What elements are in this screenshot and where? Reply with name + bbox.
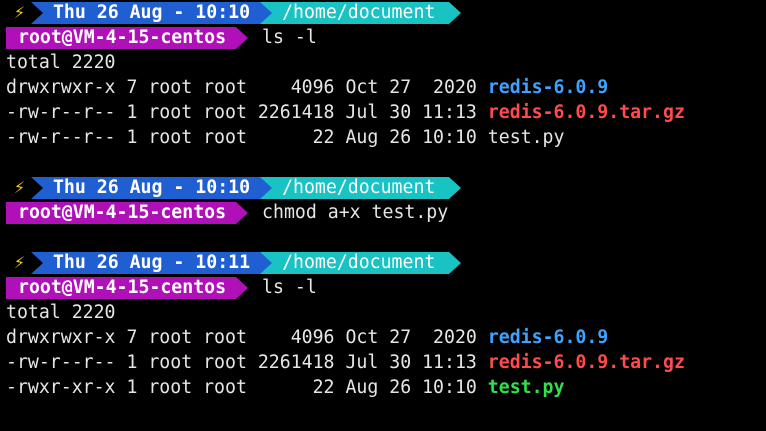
listing-row: -rw-r--r-- 1 root root 2261418 Jul 30 11… (6, 100, 766, 125)
command-text: ls -l (262, 27, 317, 48)
listing-name-archive: redis-6.0.9.tar.gz (487, 352, 685, 373)
prompt-host: root@VM-4-15-centos (6, 26, 237, 49)
prompt-datetime: Thu 26 Aug - 10:10 (30, 1, 261, 24)
prompt-command-line: root@VM-4-15-centos chmod a+x test.py (6, 200, 766, 225)
output-total: total 2220 (6, 52, 116, 73)
segment-arrow (449, 1, 462, 24)
prompt-status-line: ⚡ Thu 26 Aug - 10:10 /home/document (6, 175, 766, 200)
prompt-command-line: root@VM-4-15-centos ls -l (6, 275, 766, 300)
segment-arrow (236, 276, 249, 299)
segment-arrow (449, 251, 462, 274)
bolt-icon: ⚡ (6, 251, 31, 274)
prompt-command-line: root@VM-4-15-centos ls -l (6, 25, 766, 50)
listing-meta: -rw-r--r-- 1 root root 2261418 Jul 30 11… (6, 352, 488, 373)
prompt-host: root@VM-4-15-centos (6, 201, 237, 224)
listing-row: drwxrwxr-x 7 root root 4096 Oct 27 2020 … (6, 75, 766, 100)
listing-row: -rw-r--r-- 1 root root 22 Aug 26 10:10 t… (6, 125, 766, 150)
prompt-host: root@VM-4-15-centos (6, 276, 237, 299)
prompt-path: /home/document (260, 251, 450, 274)
segment-arrow (449, 176, 462, 199)
listing-name-directory: redis-6.0.9 (487, 77, 609, 98)
command-text: ls -l (262, 277, 317, 298)
listing-name-executable: test.py (487, 377, 565, 398)
listing-meta: -rw-r--r-- 1 root root 2261418 Jul 30 11… (6, 102, 488, 123)
command-text: chmod a+x test.py (262, 202, 449, 223)
prompt-datetime: Thu 26 Aug - 10:10 (30, 176, 261, 199)
prompt-status-line: ⚡ Thu 26 Aug - 10:10 /home/document (6, 0, 766, 25)
segment-arrow (236, 26, 249, 49)
listing-name-file: test.py (487, 127, 565, 148)
bolt-icon: ⚡ (6, 1, 31, 24)
listing-meta: -rwxr-xr-x 1 root root 22 Aug 26 10:10 (6, 377, 488, 398)
prompt-path: /home/document (260, 176, 450, 199)
prompt-datetime: Thu 26 Aug - 10:11 (30, 251, 261, 274)
bolt-icon: ⚡ (6, 176, 31, 199)
segment-arrow (236, 201, 249, 224)
listing-row: -rw-r--r-- 1 root root 2261418 Jul 30 11… (6, 350, 766, 375)
listing-meta: drwxrwxr-x 7 root root 4096 Oct 27 2020 (6, 77, 488, 98)
listing-row: -rwxr-xr-x 1 root root 22 Aug 26 10:10 t… (6, 375, 766, 400)
prompt-path: /home/document (260, 1, 450, 24)
listing-meta: drwxrwxr-x 7 root root 4096 Oct 27 2020 (6, 327, 488, 348)
output-total: total 2220 (6, 302, 116, 323)
prompt-status-line: ⚡ Thu 26 Aug - 10:11 /home/document (6, 250, 766, 275)
listing-name-directory: redis-6.0.9 (487, 327, 609, 348)
listing-meta: -rw-r--r-- 1 root root 22 Aug 26 10:10 (6, 127, 488, 148)
listing-name-archive: redis-6.0.9.tar.gz (487, 102, 685, 123)
listing-row: drwxrwxr-x 7 root root 4096 Oct 27 2020 … (6, 325, 766, 350)
terminal-window[interactable]: ⚡ Thu 26 Aug - 10:10 /home/document root… (0, 0, 766, 431)
